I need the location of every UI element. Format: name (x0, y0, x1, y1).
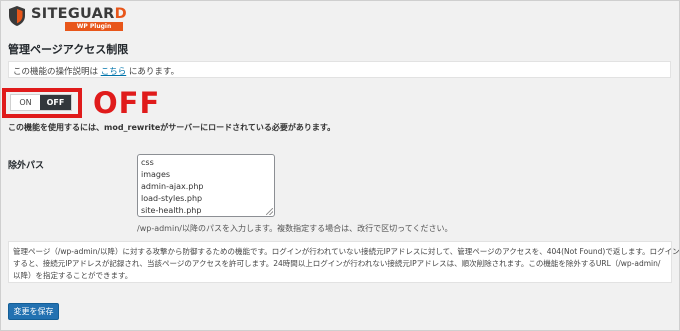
info-notice: この機能の操作説明は こちら にあります。 (8, 61, 671, 78)
logo-brand-main: SITEGUAR (31, 6, 115, 22)
notice-suffix: にあります。 (126, 67, 180, 77)
page-title: 管理ページアクセス制限 (8, 43, 129, 56)
exclude-path-textarea[interactable]: css images admin-ajax.php load-styles.ph… (137, 154, 275, 217)
feature-description: 管理ページ（/wp-admin/以降）に対する攻撃から防御するための機能です。ロ… (8, 241, 680, 283)
shield-logo-icon (9, 6, 25, 26)
logo-brand-text: SITEGUARD (31, 6, 127, 22)
description-line: 管理ページ（/wp-admin/以降）に対する攻撃から防御するための機能です。ロ… (13, 247, 680, 256)
exclude-path-label: 除外パス (8, 161, 45, 171)
exclude-path-line: admin-ajax.php (141, 182, 204, 191)
notice-prefix: この機能の操作説明は (13, 67, 101, 77)
on-off-toggle[interactable]: ON OFF (10, 94, 72, 111)
exclude-path-help: /wp-admin/以降のパスを入力します。複数指定する場合は、改行で区切ってく… (137, 224, 453, 233)
exclude-path-line: css (141, 158, 154, 167)
toggle-off-option[interactable]: OFF (40, 95, 71, 110)
annotation-off-label: OFF (93, 86, 161, 120)
exclude-path-line: load-styles.php (141, 194, 203, 203)
instructions-link[interactable]: こちら (101, 67, 127, 77)
toggle-on-option[interactable]: ON (11, 95, 40, 110)
description-line: 以降）を指定することができます。 (13, 271, 133, 280)
logo-brand-last: D (114, 6, 127, 22)
description-line: すると、接続元IPアドレスが記録され、当該ページのアクセスを許可します。24時間… (13, 259, 661, 268)
exclude-path-line: images (141, 170, 171, 179)
requirement-text: この機能を使用するには、mod_rewriteがサーバーにロードされている必要が… (8, 123, 336, 132)
siteguard-logo: SITEGUARD WP Plugin (7, 5, 127, 31)
save-changes-button[interactable]: 変更を保存 (8, 303, 59, 320)
exclude-path-line: site-health.php (141, 206, 202, 215)
notice-text: この機能の操作説明は こちら にあります。 (13, 65, 179, 77)
logo-subtitle: WP Plugin (65, 22, 123, 31)
resize-grip-icon[interactable] (266, 208, 273, 215)
